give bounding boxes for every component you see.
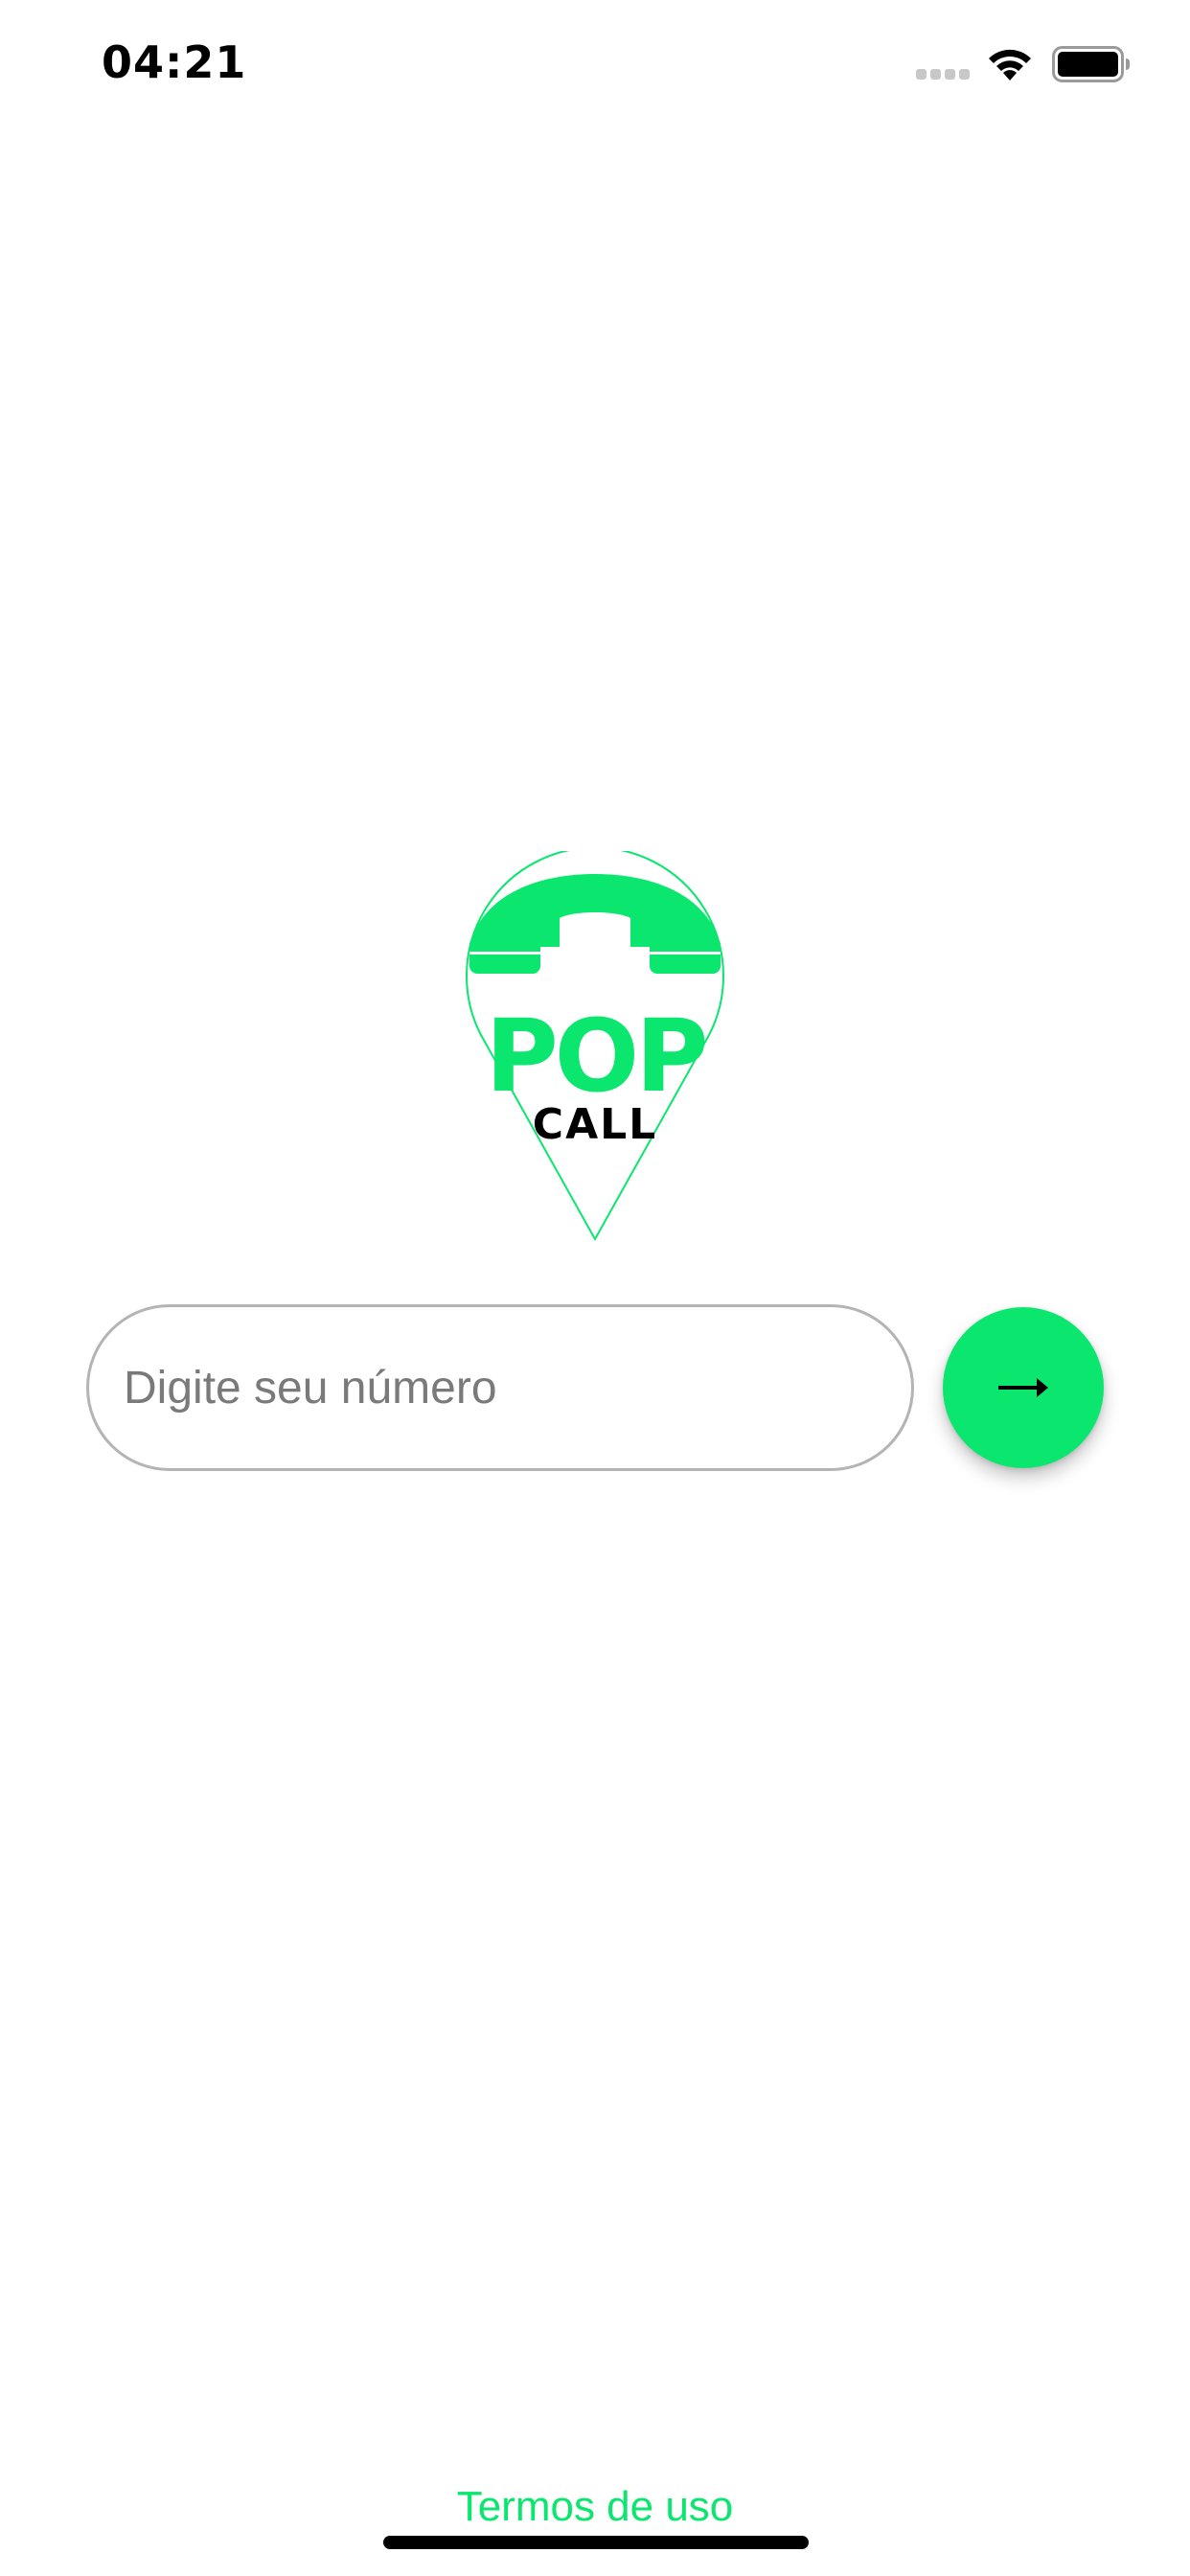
pop-call-logo: POP CALL	[460, 851, 730, 1244]
status-time: 04:21	[102, 36, 247, 88]
phone-number-input[interactable]	[124, 1307, 871, 1468]
logo-text-call: CALL	[533, 1100, 657, 1149]
submit-button[interactable]	[943, 1307, 1104, 1468]
status-bar: 04:21	[0, 0, 1190, 126]
logo-text-pop: POP	[486, 998, 705, 1115]
phone-handset-pin-icon: POP CALL	[466, 851, 724, 1242]
cellular-signal-icon	[916, 69, 970, 80]
arrow-right-icon	[998, 1378, 1048, 1397]
phone-input-container	[86, 1304, 914, 1471]
home-indicator[interactable]	[383, 2536, 809, 2549]
terms-of-use-link[interactable]: Termos de uso	[0, 2478, 1190, 2536]
wifi-icon	[985, 44, 1035, 82]
battery-icon	[1052, 46, 1131, 82]
